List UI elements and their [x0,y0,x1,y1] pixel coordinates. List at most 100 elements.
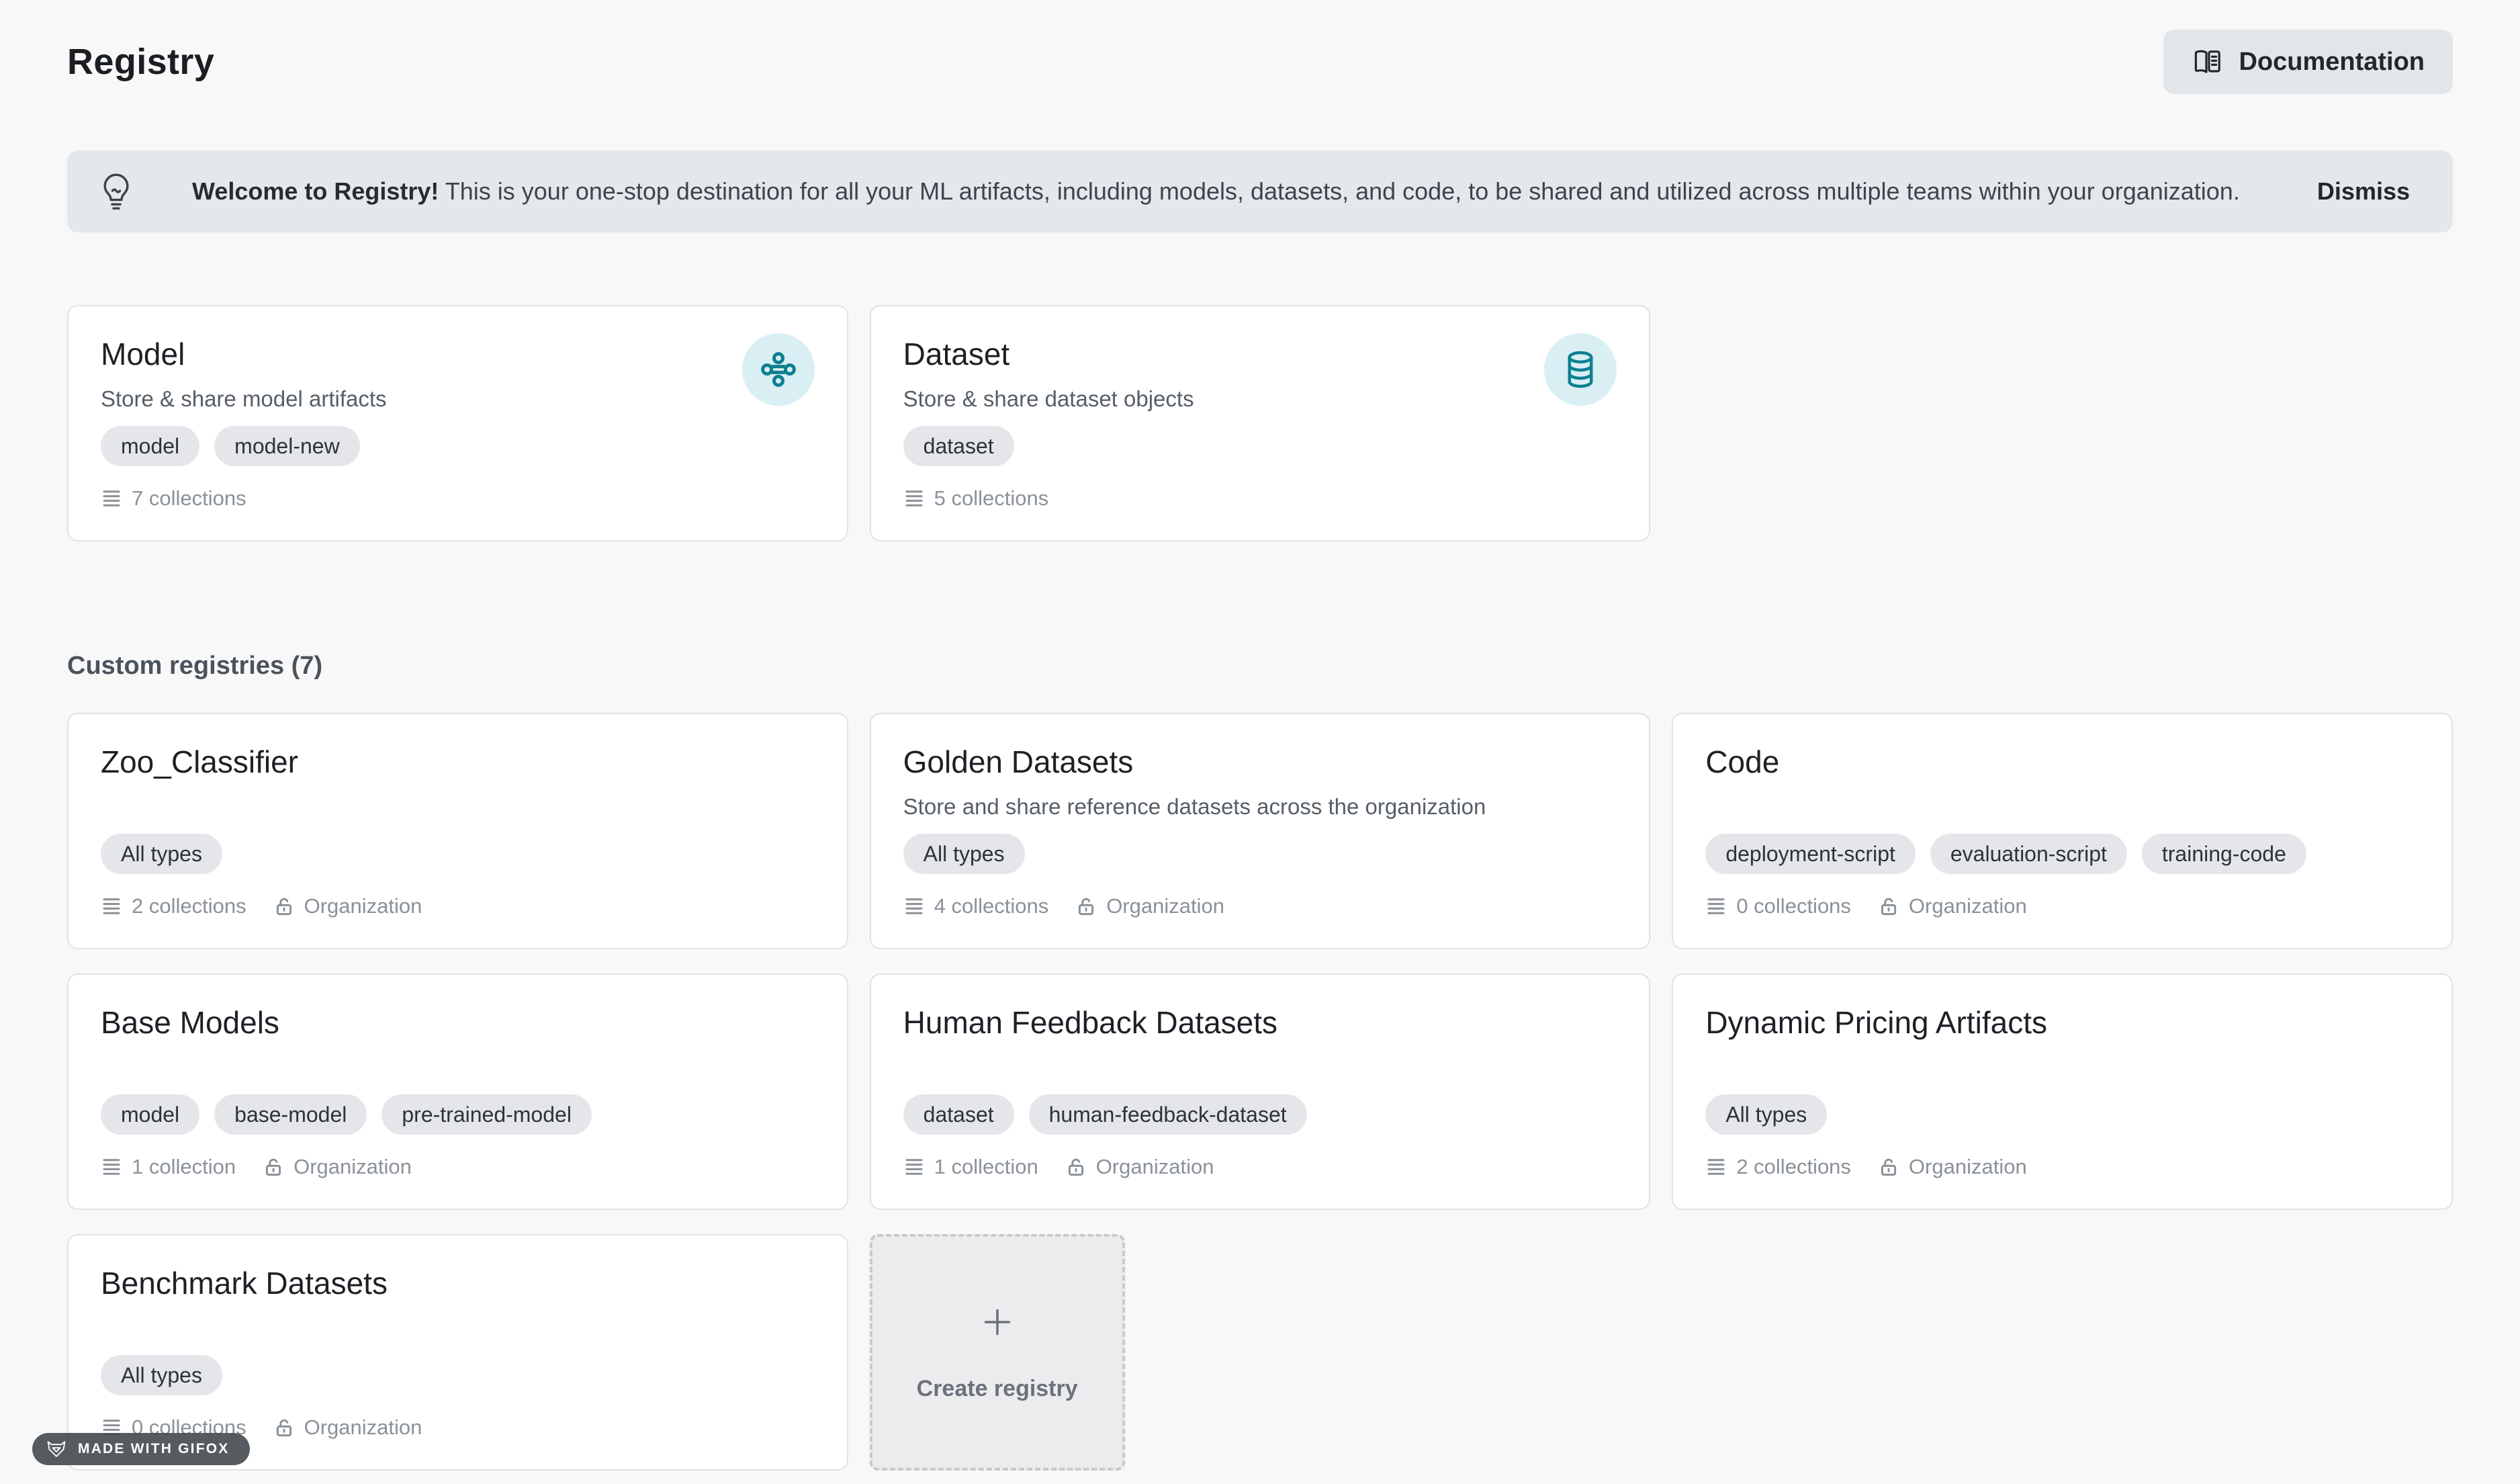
collections-count-label: 7 collections [132,486,246,511]
registry-card-tags: model base-model pre-trained-model [101,1094,815,1135]
registry-card-footer: 2 collections Organization [101,894,815,918]
registry-card-title: Base Models [101,1004,279,1041]
registry-tag: training-code [2142,834,2306,874]
registry-tag: All types [101,1355,222,1395]
lightbulb-icon [99,171,133,212]
registry-card-footer: 4 collections Organization [903,894,1617,918]
registry-card-footer: 7 collections [101,486,815,511]
custom-registries-grid: Zoo_Classifier All types 2 collections Orga… [67,713,2453,1471]
welcome-banner-bold: Welcome to Registry! [192,177,439,205]
visibility-text: Organization [294,1155,412,1179]
registry-card-footer: 0 collections Organization [1705,894,2419,918]
visibility-text: Organization [304,894,422,918]
registry-tag: pre-trained-model [381,1094,592,1135]
registry-tag: dataset [903,426,1014,466]
registry-card-description: Store and share reference datasets acros… [903,793,1486,822]
collections-icon [101,488,122,509]
collections-count-label: 0 collections [1736,894,1851,918]
model-icon-circle [742,333,815,406]
registry-card-title: Code [1705,744,1779,781]
registry-card[interactable]: Golden Datasets Store and share reference… [870,713,1651,949]
registry-card-tags: datasethuman-feedback-dataset [903,1094,1617,1135]
collections-count: 0 collections [1705,894,1851,918]
core-registries-grid: Model Store & share model artifacts modelm… [67,305,2453,541]
registry-card-description: Store & share model artifacts [101,385,387,414]
visibility-text: Organization [1096,1155,1214,1179]
registry-card[interactable]: Base Models model base-model pre-trained-mo… [67,973,848,1210]
collections-icon [903,896,925,917]
registry-card-tags: deployment-scriptevaluation-scripttraini… [1705,834,2419,874]
registry-tag: model [101,1094,199,1135]
lock-icon [273,1417,295,1438]
database-icon [1560,349,1601,390]
registry-card-footer: 1 collection Organization [101,1155,815,1179]
lock-icon [273,896,295,917]
registry-card[interactable]: Dynamic Pricing Artifacts All types 2 coll… [1672,973,2453,1210]
visibility-label: Organization [1075,894,1224,918]
registry-tag: All types [903,834,1025,874]
lock-icon [1065,1156,1087,1178]
registry-tag: All types [1705,1094,1827,1135]
database-icon-circle [1544,333,1617,406]
visibility-label: Organization [273,1415,422,1440]
custom-registries-heading: Custom registries (7) [67,652,2453,681]
registry-tag: evaluation-script [1930,834,2127,874]
visibility-label: Organization [1878,1155,2027,1179]
collections-icon [101,1156,122,1178]
registry-card[interactable]: Code deployment-scriptevaluation-scripttr… [1672,713,2453,949]
create-registry-button[interactable]: Create registry [870,1234,1125,1471]
registry-tag: base-model [214,1094,367,1135]
registry-card-title: Human Feedback Datasets [903,1004,1277,1041]
fox-icon [46,1440,67,1458]
collections-count: 7 collections [101,486,246,511]
registry-card-tags: All types [101,1355,815,1395]
visibility-text: Organization [1106,894,1224,918]
plus-icon [979,1303,1016,1341]
registry-card[interactable]: Model Store & share model artifacts modelm… [67,305,848,541]
collections-count: 2 collections [101,894,246,918]
collections-count: 4 collections [903,894,1049,918]
gifox-badge-label: MADE WITH GIFOX [78,1441,230,1457]
collections-count: 5 collections [903,486,1049,511]
registry-card[interactable]: DatasetStore & share dataset objectsdata… [870,305,1651,541]
registry-card[interactable]: Human Feedback Datasets datasethuman-feed… [870,973,1651,1210]
registry-card-tags: All types [101,834,815,874]
registry-card-title: Model [101,336,387,373]
collections-count-label: 1 collection [132,1155,236,1179]
registry-card-title: Dynamic Pricing Artifacts [1705,1004,2047,1041]
visibility-text: Organization [304,1415,422,1440]
collections-icon [903,1156,925,1178]
registry-card-footer: 5 collections [903,486,1617,511]
collections-icon [101,896,122,917]
collections-count: 1 collection [101,1155,236,1179]
dismiss-button[interactable]: Dismiss [2317,177,2410,206]
documentation-label: Documentation [2239,48,2425,77]
registry-card-footer: 1 collection Organization [903,1155,1617,1179]
collections-count: 1 collection [903,1155,1038,1179]
visibility-label: Organization [1878,894,2027,918]
visibility-label: Organization [1065,1155,1214,1179]
registry-card-title: Golden Datasets [903,744,1486,781]
collections-count-label: 2 collections [132,894,246,918]
lock-icon [263,1156,284,1178]
registry-card-tags: All types [903,834,1617,874]
documentation-button[interactable]: Documentation [2163,30,2453,94]
gifox-badge: MADE WITH GIFOX [32,1433,250,1465]
registry-tag: model [101,426,199,466]
registry-card-description: Store & share dataset objects [903,385,1194,414]
lock-icon [1878,1156,1899,1178]
registry-card-title: Zoo_Classifier [101,744,298,781]
registry-card-tags: dataset [903,426,1617,466]
visibility-text: Organization [1909,894,2027,918]
registry-tag: model-new [214,426,360,466]
collections-icon [903,488,925,509]
registry-card-title: Benchmark Datasets [101,1265,388,1302]
visibility-text: Organization [1909,1155,2027,1179]
registry-page: Registry Documentation Welcome to Regist… [0,0,2520,1484]
collections-count-label: 5 collections [934,486,1049,511]
top-bar: Registry Documentation [67,0,2453,94]
collections-count: 2 collections [1705,1155,1851,1179]
registry-card[interactable]: Zoo_Classifier All types 2 collections Orga… [67,713,848,949]
registry-card-tags: model model-new [101,426,815,466]
visibility-label: Organization [263,1155,412,1179]
